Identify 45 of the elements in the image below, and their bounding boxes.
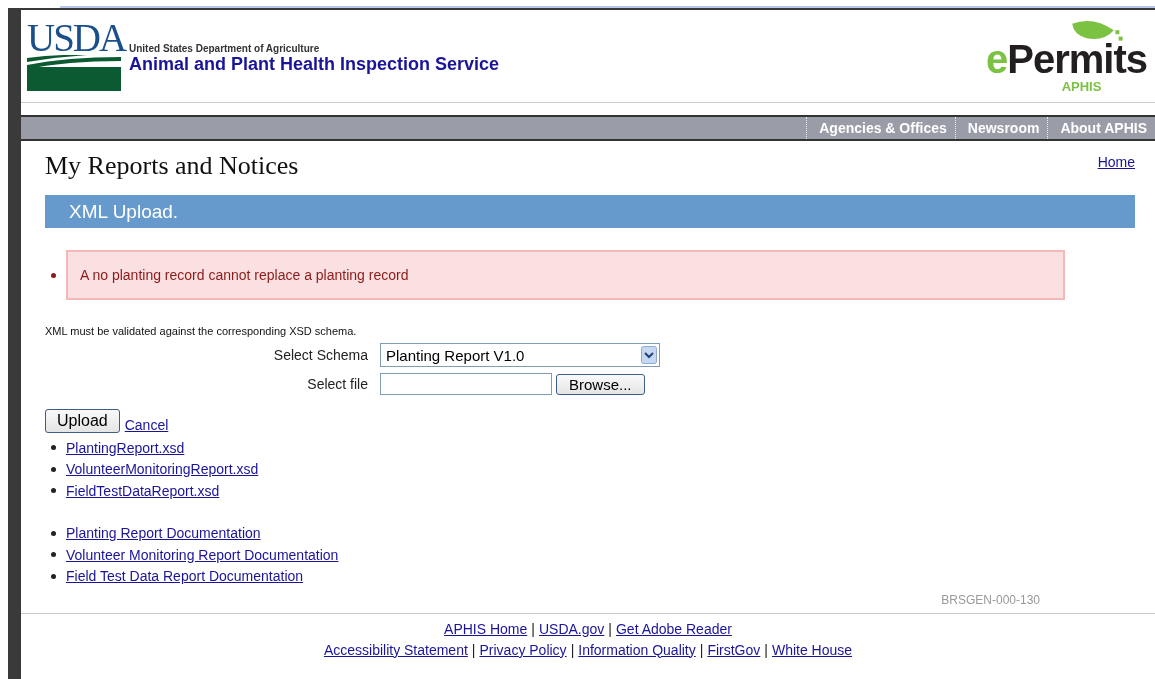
department-name: United States Department of Agriculture [129, 43, 321, 54]
note-text: XML must be validated against the corresponding XSD schema. [45, 325, 358, 337]
agency-name: Animal and Plant Health Inspection Service [129, 53, 500, 75]
bullet-icon [51, 530, 56, 536]
dropdown-icon [641, 346, 657, 364]
field-icon [27, 55, 121, 91]
bullet-icon [51, 488, 56, 494]
documentation-link[interactable]: Volunteer Monitoring Report Documentation [66, 546, 339, 563]
section-header: XML Upload. [45, 195, 1135, 228]
bullet-icon [51, 272, 56, 278]
cancel-link[interactable]: Cancel [124, 417, 169, 433]
separator: | [471, 641, 476, 658]
page-code: BRSGEN-000-130 [941, 593, 1040, 607]
documentation-link[interactable]: Field Test Data Report Documentation [66, 568, 304, 585]
bullet-icon [51, 445, 56, 451]
page-title: My Reports and Notices [45, 151, 299, 181]
home-link[interactable]: Home [1097, 154, 1135, 170]
browse-button[interactable]: Browse... [556, 373, 645, 395]
footer-link[interactable]: Get Adobe Reader [615, 620, 732, 637]
schema-link[interactable]: PlantingReport.xsd [66, 439, 185, 456]
separator: | [699, 641, 704, 658]
field-label: Select file [306, 376, 369, 392]
footer-link[interactable]: FirstGov [707, 641, 761, 658]
documentation-link[interactable]: Planting Report Documentation [66, 525, 261, 542]
bullet-icon [51, 552, 56, 558]
footer-link[interactable]: USDA.gov [538, 620, 605, 637]
separator: | [570, 641, 575, 658]
footer-link[interactable]: Privacy Policy [479, 641, 567, 658]
schema-select[interactable]: Planting Report V1.0 [380, 343, 660, 367]
schema-link[interactable]: FieldTestDataReport.xsd [66, 482, 220, 499]
file-input[interactable] [380, 373, 552, 395]
footer-link[interactable]: Information Quality [578, 641, 696, 658]
error-message: A no planting record cannot replace a planting record [66, 250, 1065, 300]
separator: | [608, 620, 612, 637]
epermits-logo: ePermits APHIS [986, 18, 1147, 94]
schema-link[interactable]: VolunteerMonitoringReport.xsd [66, 461, 259, 478]
field-label: Select Schema [272, 347, 369, 363]
bullet-icon [51, 466, 56, 472]
upload-button[interactable]: Upload [45, 409, 120, 433]
separator: | [764, 641, 768, 658]
separator: | [531, 620, 535, 637]
footer-link[interactable]: White House [771, 641, 853, 658]
footer-link[interactable]: Accessibility Statement [323, 641, 468, 658]
bullet-icon [51, 573, 56, 579]
footer-link[interactable]: APHIS Home [444, 620, 528, 637]
